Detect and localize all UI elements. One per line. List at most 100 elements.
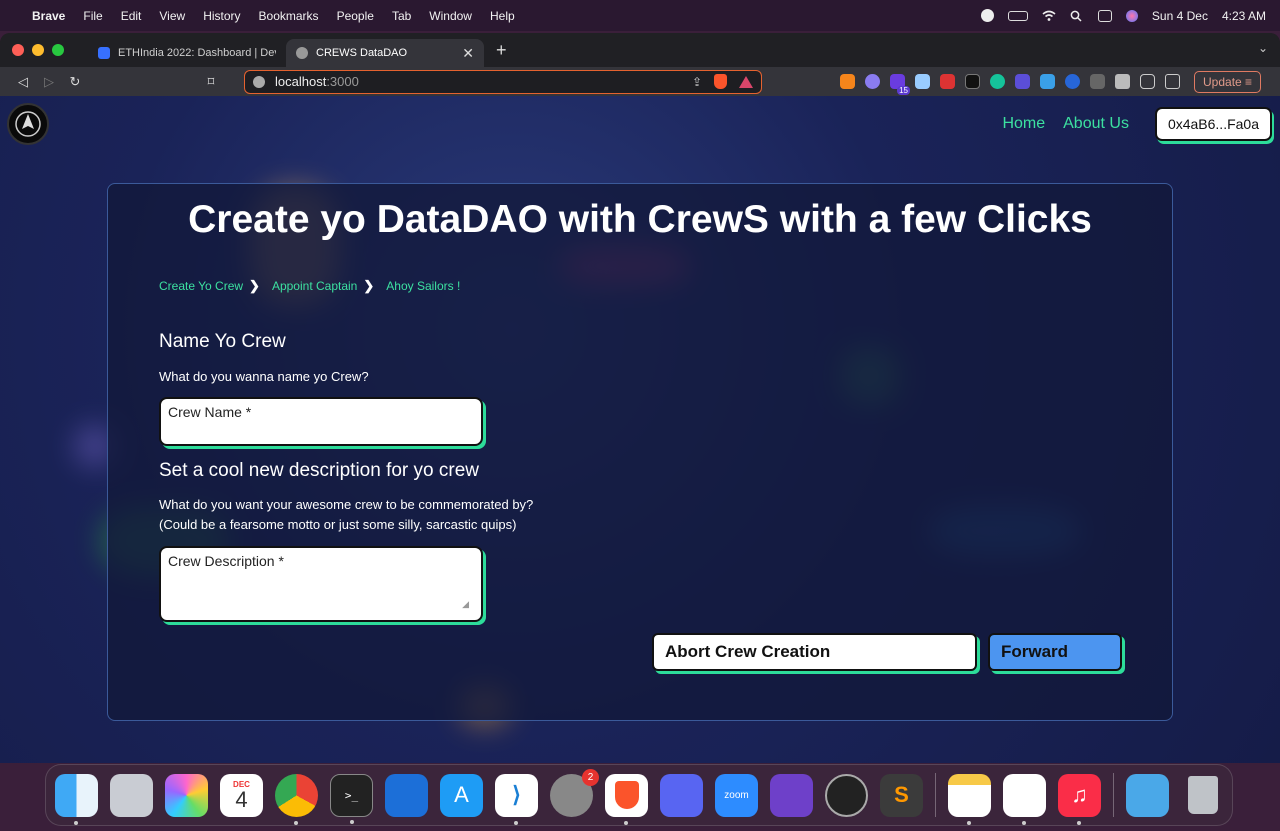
running-indicator bbox=[294, 820, 298, 825]
tab-devfolio[interactable]: ETHIndia 2022: Dashboard | Devfolio bbox=[88, 39, 286, 67]
extension-chart-icon[interactable] bbox=[915, 74, 930, 89]
step-ahoy-sailors[interactable]: Ahoy Sailors ! bbox=[386, 279, 460, 293]
running-indicator bbox=[967, 820, 971, 825]
menu-bar: Brave File Edit View History Bookmarks P… bbox=[0, 0, 1280, 31]
obs-icon[interactable] bbox=[825, 773, 868, 817]
app-store-icon[interactable]: A bbox=[440, 773, 483, 817]
close-tab-icon[interactable]: ✕ bbox=[462, 45, 474, 62]
minimize-window-button[interactable] bbox=[32, 44, 44, 56]
zoom-icon[interactable]: zoom bbox=[715, 773, 758, 817]
menu-window[interactable]: Window bbox=[429, 9, 472, 23]
calendar-icon[interactable]: DEC 4 bbox=[220, 773, 263, 817]
spotlight-search-icon[interactable] bbox=[1070, 10, 1084, 22]
grammarly-extension-icon[interactable] bbox=[990, 74, 1005, 89]
extensions-row: 15 bbox=[840, 74, 1180, 95]
site-info-icon[interactable] bbox=[253, 75, 265, 88]
extension-dots-icon[interactable] bbox=[965, 74, 980, 89]
xcode-icon[interactable] bbox=[385, 773, 428, 817]
brave-rewards-icon[interactable] bbox=[739, 75, 753, 88]
nav-home-link[interactable]: Home bbox=[1002, 115, 1045, 133]
vscode-icon[interactable]: ⟩ bbox=[495, 773, 538, 825]
name-section-title: Name Yo Crew bbox=[159, 331, 286, 352]
battery-icon[interactable] bbox=[1007, 10, 1028, 21]
trash-icon[interactable] bbox=[1181, 774, 1224, 817]
url-port: :3000 bbox=[326, 74, 359, 89]
forward-button[interactable]: Forward bbox=[988, 633, 1122, 671]
browser-window: ETHIndia 2022: Dashboard | Devfolio CREW… bbox=[0, 33, 1280, 763]
close-window-button[interactable] bbox=[12, 44, 24, 56]
chrome-icon[interactable] bbox=[275, 773, 318, 825]
crew-description-field[interactable]: Crew Description * ◢ bbox=[159, 546, 483, 622]
slack-icon[interactable] bbox=[1003, 773, 1046, 825]
downloads-folder-icon[interactable] bbox=[1126, 773, 1169, 817]
menu-app-name[interactable]: Brave bbox=[32, 9, 65, 23]
extension-lock-icon[interactable] bbox=[940, 74, 955, 89]
menu-file[interactable]: File bbox=[83, 9, 102, 23]
step-appoint-captain[interactable]: Appoint Captain bbox=[272, 279, 357, 293]
running-indicator bbox=[1077, 820, 1081, 825]
forward-icon[interactable]: ▷ bbox=[36, 74, 62, 90]
extension-a-icon[interactable] bbox=[1015, 74, 1030, 89]
window-controls bbox=[12, 44, 64, 56]
extension-blue-icon[interactable] bbox=[1040, 74, 1055, 89]
siri-icon[interactable] bbox=[1125, 9, 1138, 22]
description-section-title: Set a cool new description for yo crew bbox=[159, 460, 479, 481]
photos-icon[interactable] bbox=[165, 773, 208, 817]
brave-shields-icon[interactable] bbox=[714, 74, 727, 89]
tab-crews-datadao[interactable]: CREWS DataDAO ✕ bbox=[286, 39, 484, 67]
menu-bookmarks[interactable]: Bookmarks bbox=[259, 9, 319, 23]
reload-icon[interactable]: ↻ bbox=[62, 74, 88, 90]
terminal-icon[interactable]: >_ bbox=[330, 773, 373, 824]
new-tab-icon[interactable]: + bbox=[496, 40, 507, 61]
crew-name-field[interactable]: Crew Name * bbox=[159, 397, 483, 446]
control-center-icon[interactable] bbox=[1097, 9, 1112, 22]
menu-edit[interactable]: Edit bbox=[121, 9, 142, 23]
stepper-breadcrumb: Create Yo Crew ❯ Appoint Captain ❯ Ahoy … bbox=[159, 278, 460, 294]
crews-logo[interactable] bbox=[7, 103, 49, 145]
maximize-window-button[interactable] bbox=[52, 44, 64, 56]
extension-badge-count: 15 bbox=[897, 86, 910, 95]
menu-tab[interactable]: Tab bbox=[392, 9, 411, 23]
chevron-down-icon[interactable]: ⌄ bbox=[1258, 41, 1268, 55]
menu-people[interactable]: People bbox=[337, 9, 374, 23]
share-icon[interactable]: ⇪ bbox=[692, 75, 702, 89]
github-desktop-icon[interactable] bbox=[770, 773, 813, 817]
menu-view[interactable]: View bbox=[159, 9, 185, 23]
extensions-puzzle-icon[interactable] bbox=[1115, 74, 1130, 89]
brave-icon[interactable] bbox=[605, 773, 648, 825]
notion-icon[interactable] bbox=[1090, 74, 1105, 89]
back-icon[interactable]: ◁ bbox=[10, 74, 36, 90]
abort-crew-button[interactable]: Abort Crew Creation bbox=[652, 633, 977, 671]
discord-icon[interactable] bbox=[660, 773, 703, 817]
system-settings-icon[interactable]: 2 bbox=[550, 768, 599, 817]
finder-icon[interactable] bbox=[55, 773, 98, 825]
metamask-icon[interactable] bbox=[840, 74, 855, 89]
menu-history[interactable]: History bbox=[203, 9, 240, 23]
notes-icon[interactable] bbox=[948, 773, 991, 825]
address-bar[interactable]: localhost:3000 ⇪ bbox=[244, 69, 762, 94]
extension-badge-icon[interactable]: 15 bbox=[890, 74, 910, 95]
nav-about-link[interactable]: About Us bbox=[1063, 115, 1129, 133]
update-button[interactable]: Update ≡ bbox=[1194, 70, 1262, 93]
tab-title: CREWS DataDAO bbox=[316, 47, 408, 59]
step-create-crew[interactable]: Create Yo Crew bbox=[159, 279, 243, 293]
resize-handle-icon[interactable]: ◢ bbox=[462, 599, 469, 610]
crew-description-label: Crew Description * bbox=[168, 553, 284, 569]
grammarly-icon[interactable] bbox=[980, 9, 994, 22]
sublime-text-icon[interactable]: S bbox=[880, 773, 923, 817]
menu-help[interactable]: Help bbox=[490, 9, 515, 23]
music-icon[interactable]: ♫ bbox=[1058, 773, 1101, 825]
sidebar-icon[interactable] bbox=[1140, 74, 1155, 89]
wifi-icon[interactable] bbox=[1042, 10, 1056, 22]
extension-w-icon[interactable] bbox=[1065, 74, 1080, 89]
top-nav: Home About Us 0x4aB6...Fa0a bbox=[1002, 107, 1272, 141]
description-helper-text: What do you want your awesome crew to be… bbox=[159, 497, 534, 512]
launchpad-icon[interactable] bbox=[110, 773, 153, 817]
extension-purple-icon[interactable] bbox=[865, 74, 880, 89]
tab-bar: ETHIndia 2022: Dashboard | Devfolio CREW… bbox=[0, 33, 1280, 67]
running-indicator bbox=[74, 820, 78, 825]
chevron-right-icon: ❯ bbox=[363, 278, 375, 293]
wallet-address-button[interactable]: 0x4aB6...Fa0a bbox=[1154, 107, 1272, 141]
wallet-icon[interactable] bbox=[1165, 74, 1180, 89]
bookmark-icon[interactable]: ⌑ bbox=[198, 74, 224, 90]
